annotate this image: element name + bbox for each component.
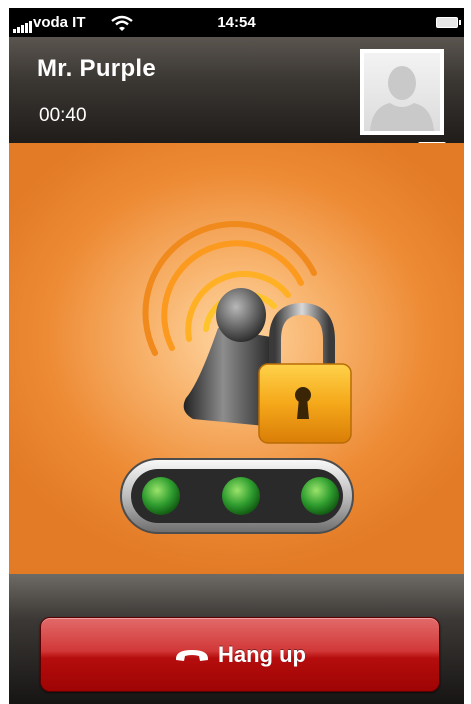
- indicator-light-3: [301, 477, 339, 515]
- caller-name: Mr. Purple: [37, 55, 157, 82]
- call-header: Mr. Purple 00:40: [9, 37, 464, 170]
- encryption-illustration: [120, 221, 354, 534]
- hang-up-label: Hang up: [218, 641, 306, 667]
- padlock-icon: [258, 302, 352, 444]
- placeholder-person-icon: [370, 66, 434, 131]
- battery-icon: [436, 17, 461, 28]
- call-footer: Hang up: [9, 574, 464, 704]
- phone-handset-icon: [175, 649, 209, 661]
- status-time: 14:54: [217, 14, 256, 31]
- indicator-light-1: [142, 477, 180, 515]
- status-bar: voda IT 14:54: [9, 8, 464, 37]
- call-duration: 00:40: [39, 105, 87, 126]
- indicator-light-2: [222, 477, 260, 515]
- phone-screen: voda IT 14:54 Mr. Purple 00:40 Hang up: [9, 8, 464, 704]
- encrypted-call-icon: [183, 288, 271, 426]
- caller-avatar: [360, 49, 444, 135]
- encryption-status-area: [9, 143, 464, 574]
- hang-up-button[interactable]: Hang up: [40, 617, 440, 692]
